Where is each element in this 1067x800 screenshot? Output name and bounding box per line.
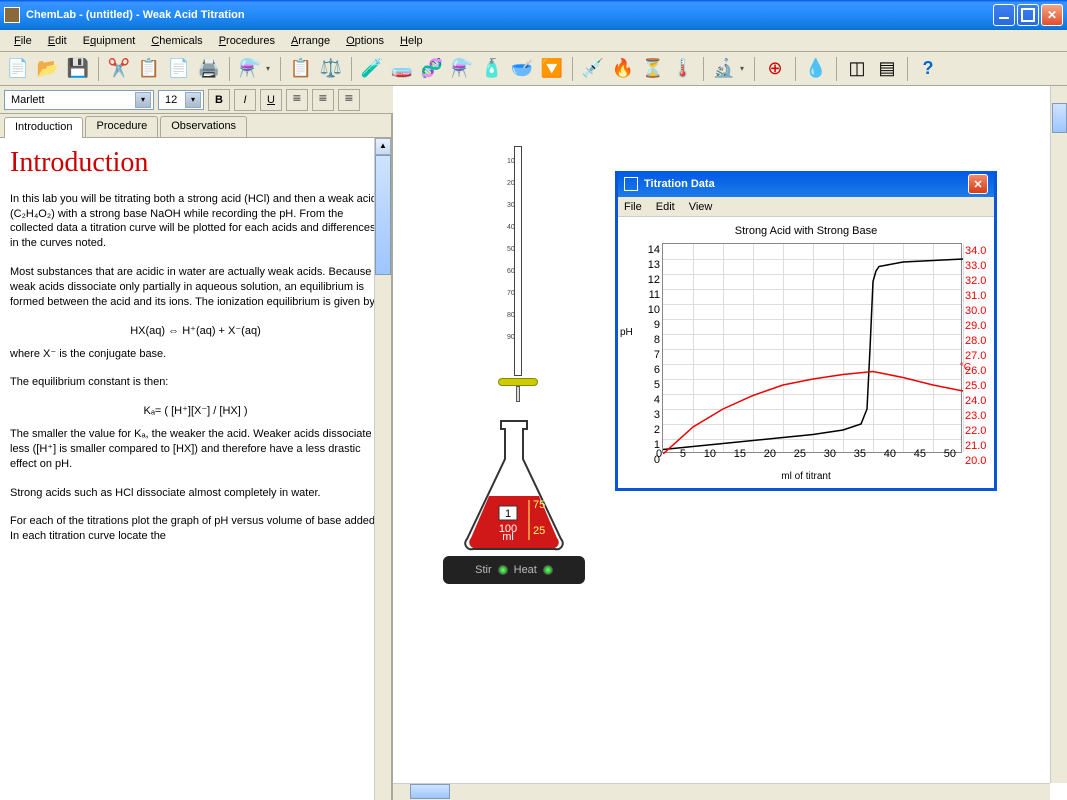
svg-text:1: 1	[505, 508, 511, 520]
help-icon[interactable]: ?	[914, 55, 942, 83]
svg-text:75: 75	[533, 499, 545, 511]
erlenmeyer-flask[interactable]: 1 100 ml 75 25	[449, 416, 579, 556]
menu-chemicals[interactable]: Chemicals	[143, 33, 210, 49]
titr-menu-file[interactable]: File	[624, 201, 642, 213]
tab-procedure[interactable]: Procedure	[85, 116, 158, 137]
x-axis-ticks: 05101520253035404550	[656, 448, 956, 460]
intro-p6: Strong acids such as HCl dissociate almo…	[10, 486, 381, 501]
align-left-button[interactable]: ≡	[286, 89, 308, 111]
menu-file[interactable]: File	[6, 33, 40, 49]
paste-icon[interactable]: 📄	[165, 55, 193, 83]
left-pane: Marlett▾ 12▾ B I U ≡ ≡ ≡ Introduction Pr…	[0, 86, 393, 800]
minimize-button[interactable]	[993, 4, 1015, 26]
intro-p2: Most substances that are acidic in water…	[10, 265, 381, 310]
burette[interactable]: 102030405060708090	[493, 146, 543, 401]
hotplate[interactable]: Stir Heat	[443, 556, 585, 584]
workspace-scroll-vertical[interactable]	[1050, 86, 1067, 783]
y-axis-ticks: 14131211109876543210	[646, 243, 660, 468]
erlenmeyer-icon[interactable]: 🧴	[478, 55, 506, 83]
menu-procedures[interactable]: Procedures	[211, 33, 283, 49]
size-combo[interactable]: 12▾	[158, 90, 204, 110]
layout2-icon[interactable]: ▤	[873, 55, 901, 83]
toolbar: 📄 📂 💾 ✂️ 📋 📄 🖨️ ⚗️▾ 📋 ⚖️ 🧪 🧫 🧬 ⚗️ 🧴 🥣 🔽 …	[0, 52, 1067, 86]
intro-p3: where X⁻ is the conjugate base.	[10, 347, 381, 362]
clipboard-icon[interactable]: 📋	[287, 55, 315, 83]
svg-text:25: 25	[533, 525, 545, 537]
font-combo[interactable]: Marlett▾	[4, 90, 154, 110]
align-right-button[interactable]: ≡	[338, 89, 360, 111]
intro-p5: The smaller the value for Kₐ, the weaker…	[10, 427, 381, 472]
y2-axis-ticks: 34.033.032.031.030.029.028.027.026.025.0…	[965, 244, 991, 469]
editor-scrollbar[interactable]: ▲	[374, 138, 391, 800]
layout1-icon[interactable]: ◫	[843, 55, 871, 83]
intro-p4: The equilibrium constant is then:	[10, 375, 381, 390]
save-icon[interactable]: 💾	[64, 55, 92, 83]
stopcock[interactable]	[498, 378, 538, 386]
stir-knob[interactable]	[498, 565, 508, 575]
titration-chart: Strong Acid with Strong Base pH 14131211…	[618, 217, 994, 488]
titration-titlebar[interactable]: Titration Data ✕	[618, 171, 994, 197]
print-icon[interactable]: 🖨️	[195, 55, 223, 83]
burner-icon[interactable]: 🔥	[609, 55, 637, 83]
hourglass-icon[interactable]: ⏳	[639, 55, 667, 83]
tabs: Introduction Procedure Observations	[0, 114, 391, 138]
titr-menu-view[interactable]: View	[689, 201, 713, 213]
svg-text:ml: ml	[502, 531, 514, 543]
dish-icon[interactable]: 🥣	[508, 55, 536, 83]
window-title: ChemLab - (untitled) - Weak Acid Titrati…	[26, 9, 993, 21]
new-icon[interactable]: 📄	[4, 55, 32, 83]
intro-p7: For each of the titrations plot the grap…	[10, 514, 381, 544]
thermometer-icon[interactable]: 🌡️	[669, 55, 697, 83]
workspace[interactable]: 102030405060708090 1 100 ml 75 25 Stir H…	[393, 86, 1067, 800]
underline-button[interactable]: U	[260, 89, 282, 111]
plot-area: 34.033.032.031.030.029.028.027.026.025.0…	[662, 243, 962, 453]
heat-knob[interactable]	[543, 565, 553, 575]
italic-button[interactable]: I	[234, 89, 256, 111]
menu-arrange[interactable]: Arrange	[283, 33, 338, 49]
maximize-button[interactable]	[1017, 4, 1039, 26]
align-center-button[interactable]: ≡	[312, 89, 334, 111]
chart-title: Strong Acid with Strong Base	[624, 225, 988, 237]
titration-close-button[interactable]: ✕	[968, 174, 988, 194]
ph-icon[interactable]: ⊕	[761, 55, 789, 83]
tab-observations[interactable]: Observations	[160, 116, 247, 137]
open-icon[interactable]: 📂	[34, 55, 62, 83]
roundflask-icon[interactable]: ⚗️	[448, 55, 476, 83]
format-bar: Marlett▾ 12▾ B I U ≡ ≡ ≡	[0, 86, 393, 114]
titration-app-icon	[624, 177, 638, 191]
menu-edit[interactable]: Edit	[40, 33, 75, 49]
bold-button[interactable]: B	[208, 89, 230, 111]
x-axis-label: ml of titrant	[624, 471, 988, 482]
menu-equipment[interactable]: Equipment	[75, 33, 144, 49]
title-bar: ChemLab - (untitled) - Weak Acid Titrati…	[0, 0, 1067, 30]
menu-help[interactable]: Help	[392, 33, 431, 49]
menu-options[interactable]: Options	[338, 33, 392, 49]
funnel-icon[interactable]: 🔽	[538, 55, 566, 83]
intro-heading: Introduction	[10, 144, 381, 182]
titration-menu: File Edit View	[618, 197, 994, 217]
workspace-scroll-horizontal[interactable]	[393, 783, 1050, 800]
titr-menu-edit[interactable]: Edit	[656, 201, 675, 213]
cut-icon[interactable]: ✂️	[105, 55, 133, 83]
flask-tool-icon[interactable]: 🧪	[358, 55, 386, 83]
equation-1: HX(aq) ⇔ H⁺(aq) + X⁻(aq)	[10, 324, 381, 339]
copy-icon[interactable]: 📋	[135, 55, 163, 83]
equation-2: Kₐ= ( [H⁺][X⁻] / [HX] )	[10, 404, 381, 419]
close-button[interactable]	[1041, 4, 1063, 26]
intro-p1: In this lab you will be titrating both a…	[10, 192, 381, 251]
titration-window[interactable]: Titration Data ✕ File Edit View Strong A…	[615, 171, 997, 491]
burette-icon[interactable]: 💉	[579, 55, 607, 83]
weigh-icon[interactable]: ⚖️	[317, 55, 345, 83]
app-icon	[4, 7, 20, 23]
y2-axis-label: °C	[960, 362, 971, 373]
tab-introduction[interactable]: Introduction	[4, 117, 83, 138]
stand-icon[interactable]: 🔬	[710, 55, 738, 83]
menu-bar: File Edit Equipment Chemicals Procedures…	[0, 30, 1067, 52]
tubes-icon[interactable]: 🧬	[418, 55, 446, 83]
molecule-icon[interactable]: ⚗️	[236, 55, 264, 83]
testtube-icon[interactable]: 🧫	[388, 55, 416, 83]
editor-pane[interactable]: Introduction In this lab you will be tit…	[0, 138, 391, 800]
dropper-icon[interactable]: 💧	[802, 55, 830, 83]
